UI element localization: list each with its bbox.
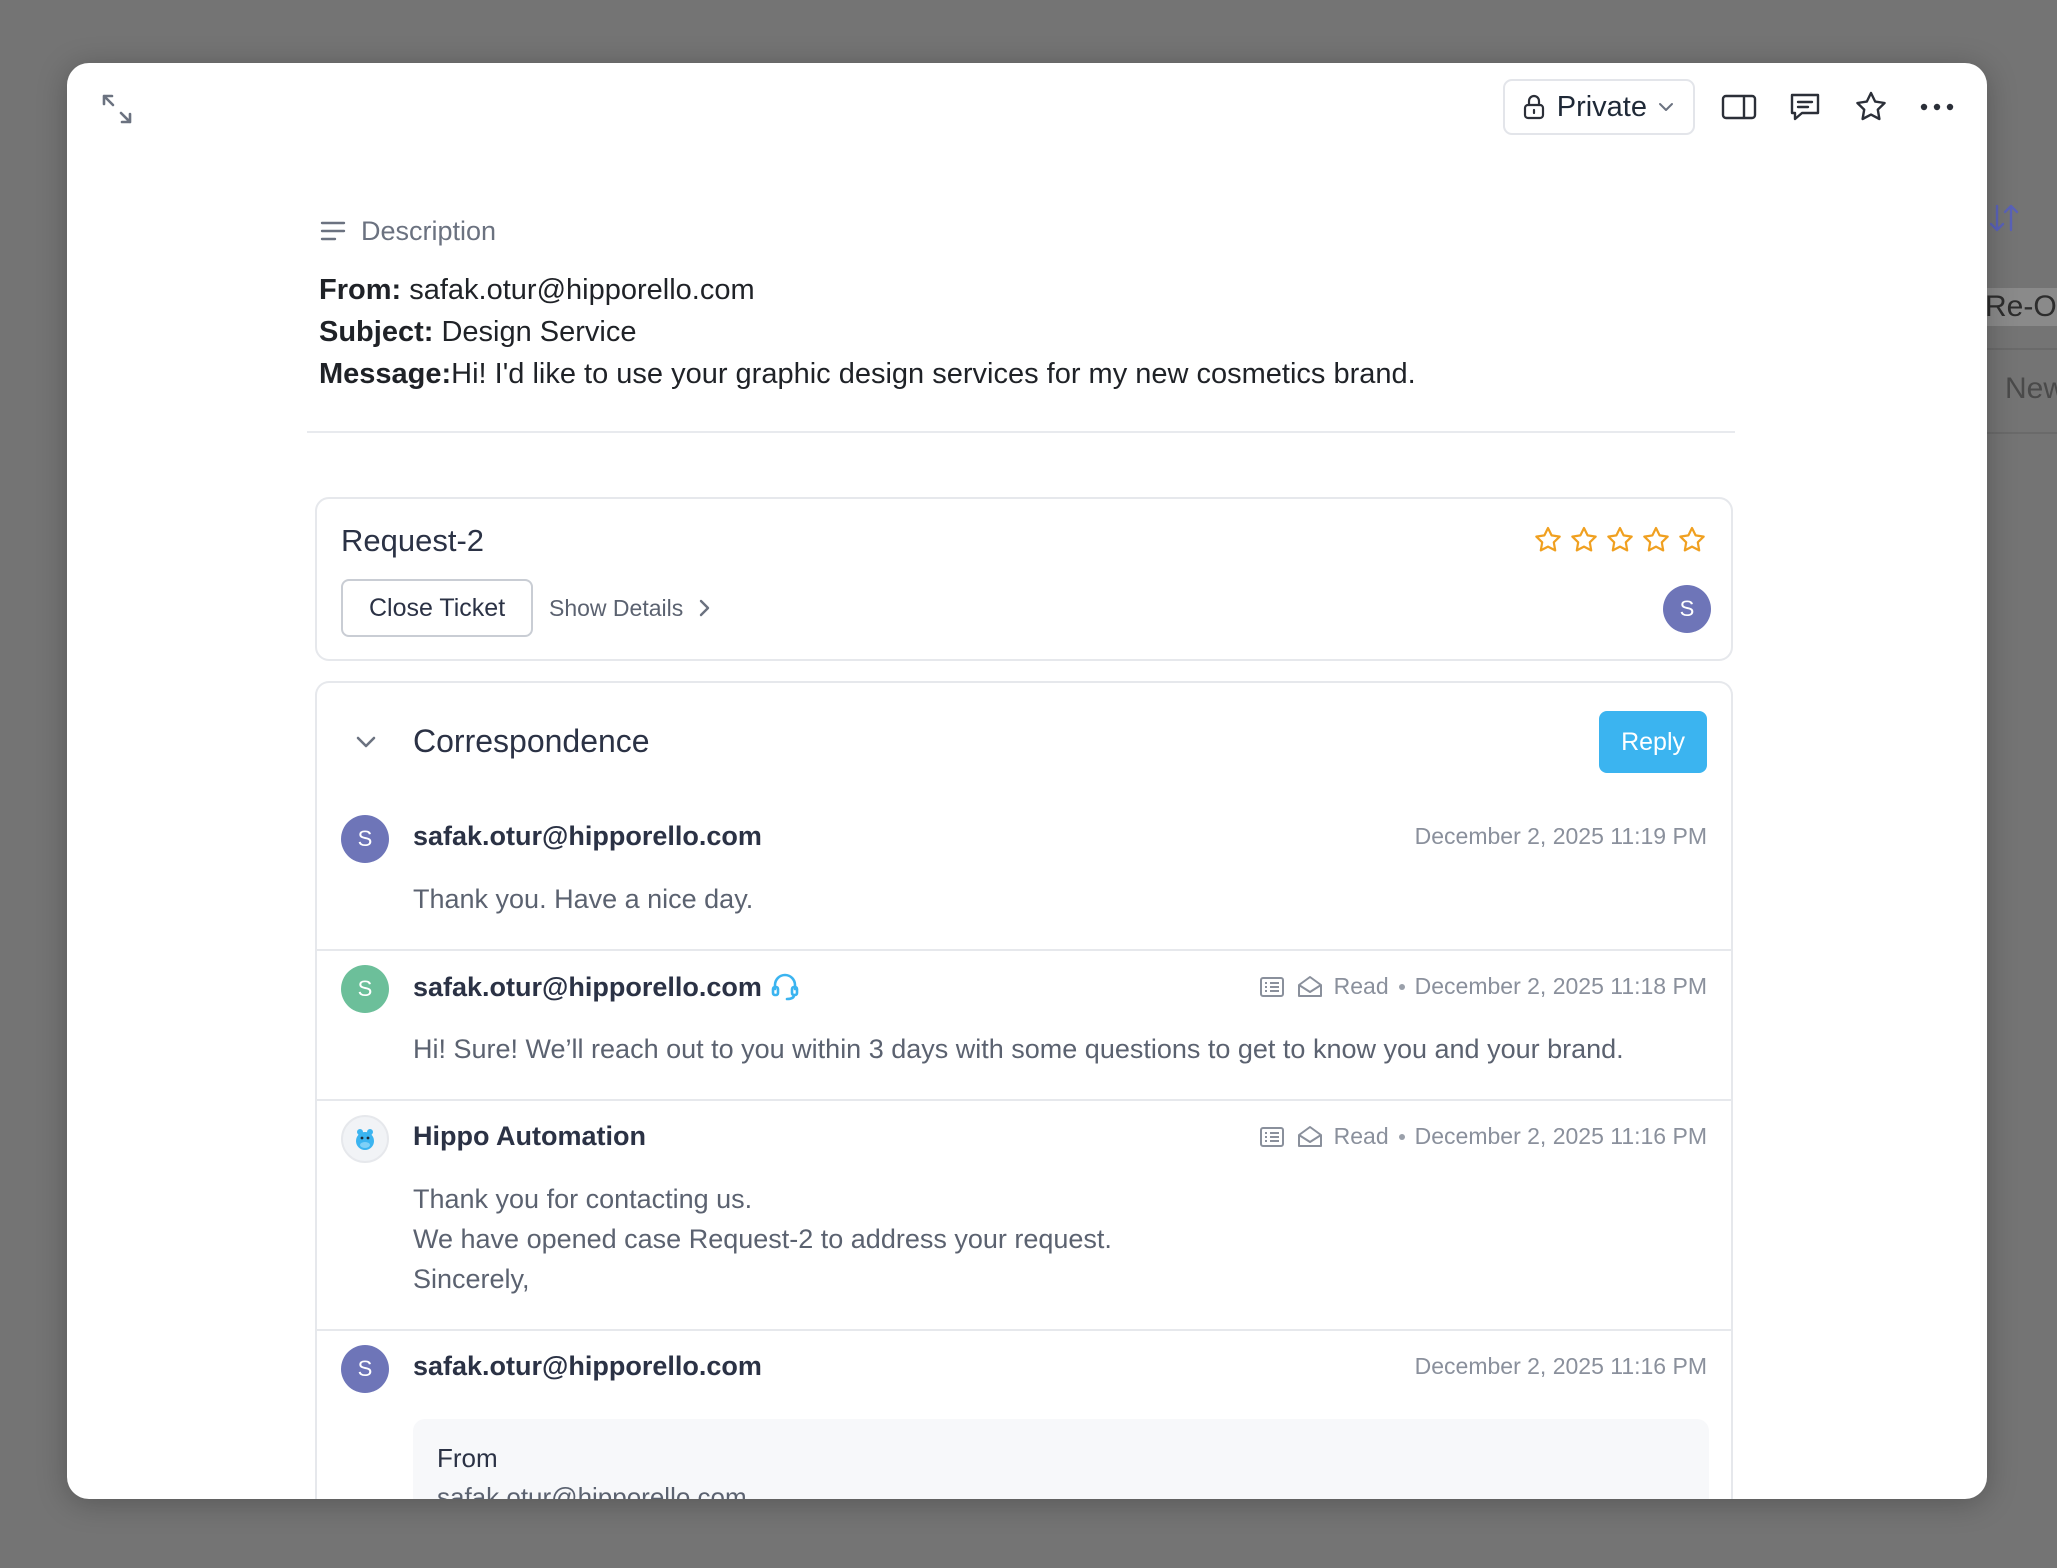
side-panel-button[interactable] xyxy=(1717,85,1761,129)
message-line: We have opened case Request-2 to address… xyxy=(413,1224,1112,1254)
read-status: Read xyxy=(1333,973,1389,999)
field-value: safak.otur@hipporello.com xyxy=(437,1482,747,1499)
message-line: Message:Hi! I'd like to use your graphic… xyxy=(319,353,1499,395)
favorite-button[interactable] xyxy=(1849,85,1893,129)
message-meta: Read December 2, 2025 11:18 PM xyxy=(1258,973,1707,1000)
message-item[interactable]: S safak.otur@hipporello.com December 2, … xyxy=(317,801,1731,951)
subject-label: Subject: xyxy=(319,316,434,348)
description-header: Description xyxy=(319,213,1499,249)
sender-email: safak.otur@hipporello.com xyxy=(413,821,762,851)
headset-icon xyxy=(771,973,799,1001)
from-line: From: safak.otur@hipporello.com xyxy=(319,269,1499,311)
correspondence-panel: Correspondence Reply S safak.otur@hippor… xyxy=(315,681,1733,1499)
form-fields-block: From safak.otur@hipporello.com xyxy=(413,1419,1709,1499)
comments-button[interactable] xyxy=(1783,85,1827,129)
from-value: safak.otur@hipporello.com xyxy=(409,274,755,306)
message-item[interactable]: S safak.otur@hipporello.com Read Decembe… xyxy=(317,951,1731,1101)
message-timestamp: December 2, 2025 11:19 PM xyxy=(1414,823,1707,849)
text-lines-icon xyxy=(320,221,346,241)
message-line: Thank you for contacting us. xyxy=(413,1184,753,1214)
message-line: Sincerely, xyxy=(413,1264,530,1294)
chevron-right-icon xyxy=(700,599,710,617)
reply-button[interactable]: Reply xyxy=(1599,711,1707,773)
separator-dot xyxy=(1398,1133,1405,1140)
assignee-avatar[interactable]: S xyxy=(1663,585,1711,633)
message-body: Thank you. Have a nice day. xyxy=(413,879,753,919)
status-label: New xyxy=(2005,372,2057,405)
details-list-icon[interactable] xyxy=(1258,1125,1286,1149)
star-icon[interactable] xyxy=(1677,525,1707,555)
sender-email: safak.otur@hipporello.com xyxy=(413,1351,762,1381)
message-timestamp: December 2, 2025 11:16 PM xyxy=(1414,1353,1707,1379)
details-list-icon[interactable] xyxy=(1258,975,1286,999)
message-meta: December 2, 2025 11:16 PM xyxy=(1415,1353,1707,1380)
privacy-dropdown[interactable]: Private xyxy=(1502,79,1695,135)
comment-icon xyxy=(1790,93,1820,121)
sender-avatar: S xyxy=(341,1345,389,1393)
message-label: Message: xyxy=(319,358,452,390)
status-tag: Re-Op xyxy=(1985,288,2057,326)
rating-stars xyxy=(1533,525,1707,555)
message-line: Hi! Sure! We’ll reach out to you within … xyxy=(413,1034,1624,1064)
star-icon[interactable] xyxy=(1533,525,1563,555)
field-label: From xyxy=(437,1443,498,1473)
privacy-label: Private xyxy=(1556,90,1647,123)
correspondence-header: Correspondence Reply xyxy=(317,683,1731,801)
show-details-link[interactable]: Show Details xyxy=(549,579,711,637)
read-status: Read xyxy=(1333,1123,1389,1149)
side-panel-icon xyxy=(1721,94,1757,120)
sort-icon xyxy=(1989,204,2019,232)
subject-line: Subject: Design Service xyxy=(319,311,1499,353)
separator-dot xyxy=(1398,983,1405,990)
sender-label: Hippo Automation xyxy=(413,1121,646,1151)
collapse-chevron-icon[interactable] xyxy=(351,727,381,757)
message-item[interactable]: Hippo Automation Read December 2, 2025 1… xyxy=(317,1101,1731,1331)
message-meta: Read December 2, 2025 11:16 PM xyxy=(1258,1123,1707,1150)
envelope-open-icon xyxy=(1297,1125,1322,1147)
hippo-icon xyxy=(356,1129,374,1150)
star-icon[interactable] xyxy=(1569,525,1599,555)
divider xyxy=(1985,432,2057,434)
more-options-button[interactable] xyxy=(1915,85,1959,129)
divider xyxy=(1985,348,2057,350)
lock-icon xyxy=(1523,94,1544,120)
ticket-modal: Private Description From: safak.otur@hip… xyxy=(67,63,1987,1499)
subject-value: Design Service xyxy=(441,316,637,348)
description-section: Description From: safak.otur@hipporello.… xyxy=(319,213,1499,395)
more-icon xyxy=(1920,103,1954,111)
star-icon[interactable] xyxy=(1641,525,1671,555)
sender-name: safak.otur@hipporello.com xyxy=(413,971,800,1003)
description-body: From: safak.otur@hipporello.com Subject:… xyxy=(319,269,1499,395)
description-heading: Description xyxy=(361,215,497,246)
section-divider xyxy=(307,431,1735,433)
sender-avatar: S xyxy=(341,815,389,863)
envelope-open-icon xyxy=(1297,975,1322,997)
message-body: Thank you for contacting us. We have ope… xyxy=(413,1179,1112,1299)
expand-icon[interactable] xyxy=(100,92,134,126)
message-value: Hi! I'd like to use your graphic design … xyxy=(451,358,1416,390)
message-timestamp: December 2, 2025 11:18 PM xyxy=(1414,973,1707,999)
sender-email: safak.otur@hipporello.com xyxy=(413,971,762,1002)
automation-avatar xyxy=(341,1115,389,1163)
message-line: Thank you. Have a nice day. xyxy=(413,884,754,914)
chevron-down-icon xyxy=(1659,103,1673,111)
close-ticket-button[interactable]: Close Ticket xyxy=(341,579,534,637)
correspondence-title: Correspondence xyxy=(413,723,650,759)
message-body: Hi! Sure! We’ll reach out to you within … xyxy=(413,1029,1624,1069)
sender-name: safak.otur@hipporello.com xyxy=(413,821,762,852)
from-label: From: xyxy=(319,274,402,306)
sender-avatar: S xyxy=(341,965,389,1013)
message-item[interactable]: S safak.otur@hipporello.com December 2, … xyxy=(317,1331,1731,1499)
background-board: Re-Op New xyxy=(1985,0,2057,1568)
ticket-title: Request-2 xyxy=(341,523,485,558)
sender-name: safak.otur@hipporello.com xyxy=(413,1351,762,1382)
star-icon[interactable] xyxy=(1605,525,1635,555)
modal-toolbar: Private xyxy=(1502,79,1959,135)
show-details-label: Show Details xyxy=(549,594,684,621)
ticket-card: Request-2 Close Ticket Show Details S xyxy=(315,497,1733,661)
sender-name: Hippo Automation xyxy=(413,1121,646,1152)
message-timestamp: December 2, 2025 11:16 PM xyxy=(1414,1123,1707,1149)
star-icon xyxy=(1856,91,1886,121)
message-meta: December 2, 2025 11:19 PM xyxy=(1415,823,1707,850)
